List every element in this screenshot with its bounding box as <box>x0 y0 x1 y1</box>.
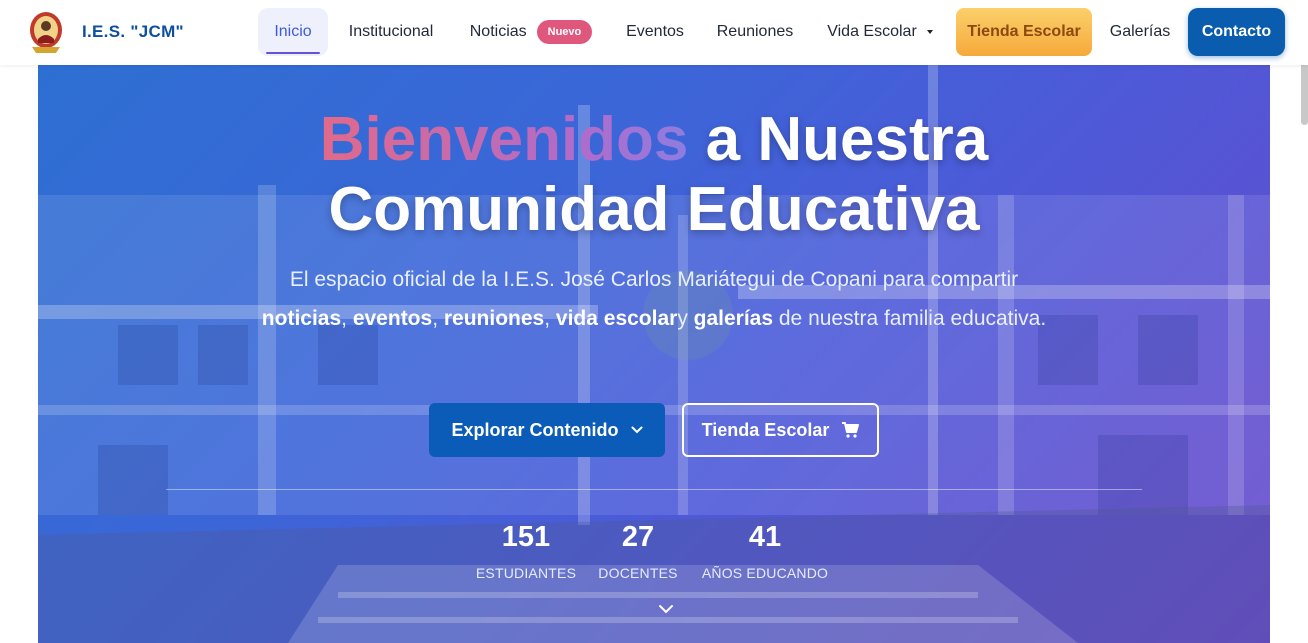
keyword-galerias: galerías <box>693 307 774 330</box>
nav-contacto-button[interactable]: Contacto <box>1188 8 1285 56</box>
subtitle-separator: , <box>544 307 556 330</box>
brand-name: I.E.S. "JCM" <box>82 22 184 41</box>
hero-title-highlight: Bienvenidos <box>319 105 689 174</box>
caret-down-icon <box>926 30 933 34</box>
subtitle-text: El espacio oficial de la I.E.S. José Car… <box>289 268 1019 291</box>
top-navbar: I.E.S. "JCM" Inicio Institucional Notici… <box>0 0 1308 65</box>
hero-divider <box>166 489 1142 490</box>
stat-years-value: 41 <box>748 521 782 553</box>
nav-contacto-label: Contacto <box>1201 23 1272 40</box>
scroll-down-chevron-icon[interactable] <box>658 601 674 619</box>
stat-teachers-label: DOCENTES <box>598 565 678 581</box>
nav-vida-escolar-label: Vida Escolar <box>827 23 917 40</box>
hero-title-rest: a Nuestra <box>688 105 989 174</box>
nav-inicio-label: Inicio <box>274 23 312 40</box>
stat-students-label: ESTUDIANTES <box>475 565 577 581</box>
keyword-noticias: noticias <box>261 307 342 330</box>
hero-title-line2: Comunidad Educativa <box>328 175 980 244</box>
hero-section: Bienvenidos a Nuestra Comunidad Educativ… <box>38 65 1270 643</box>
keyword-vida-escolar: vida escolar <box>555 307 678 330</box>
nav-noticias-label: Noticias <box>469 23 527 40</box>
shopping-cart-icon <box>841 422 860 438</box>
stat-years-label: AÑOS EDUCANDO <box>701 565 829 581</box>
stat-teachers: 27 DOCENTES <box>598 519 678 581</box>
nav-galerias[interactable]: Galerías <box>1104 8 1176 56</box>
stat-students-value: 151 <box>501 521 551 553</box>
hero-title-line1: Bienvenidos a Nuestra <box>38 105 1270 175</box>
new-badge: Nuevo <box>536 20 593 44</box>
keyword-reuniones: reuniones <box>443 307 545 330</box>
stat-years: 41 AÑOS EDUCANDO <box>700 519 830 581</box>
nav-reuniones[interactable]: Reuniones <box>710 8 800 56</box>
nav-eventos-label: Eventos <box>626 23 684 40</box>
subtitle-separator: , <box>341 307 353 330</box>
nav-eventos[interactable]: Eventos <box>618 8 692 56</box>
nav-institucional[interactable]: Institucional <box>340 8 442 56</box>
subtitle-text-end: de nuestra familia educativa. <box>773 307 1047 330</box>
school-store-button[interactable]: Tienda Escolar <box>682 403 879 457</box>
nav-tienda-escolar-button[interactable]: Tienda Escolar <box>956 8 1092 56</box>
nav-noticias[interactable]: Noticias Nuevo <box>462 8 600 56</box>
chevron-down-icon <box>631 426 643 434</box>
nav-galerias-label: Galerías <box>1109 23 1171 40</box>
stat-teachers-value: 27 <box>621 521 655 553</box>
stat-students: 151 ESTUDIANTES <box>473 519 579 581</box>
brand[interactable]: I.E.S. "JCM" <box>28 9 184 55</box>
subtitle-separator: , <box>432 307 444 330</box>
nav-inicio[interactable]: Inicio <box>258 8 328 56</box>
hero-subtitle: El espacio oficial de la I.E.S. José Car… <box>258 260 1050 338</box>
nav-vida-escolar[interactable]: Vida Escolar <box>818 8 942 56</box>
explore-content-button[interactable]: Explorar Contenido <box>429 403 665 457</box>
subtitle-separator: y <box>677 307 694 330</box>
school-store-label: Tienda Escolar <box>701 419 830 440</box>
nav-reuniones-label: Reuniones <box>716 23 794 40</box>
explore-content-label: Explorar Contenido <box>451 419 619 440</box>
nav-tienda-escolar-label: Tienda Escolar <box>967 23 1081 40</box>
school-logo <box>28 9 64 55</box>
keyword-eventos: eventos <box>352 307 433 330</box>
nav-institucional-label: Institucional <box>348 23 434 40</box>
active-underline <box>266 52 320 54</box>
